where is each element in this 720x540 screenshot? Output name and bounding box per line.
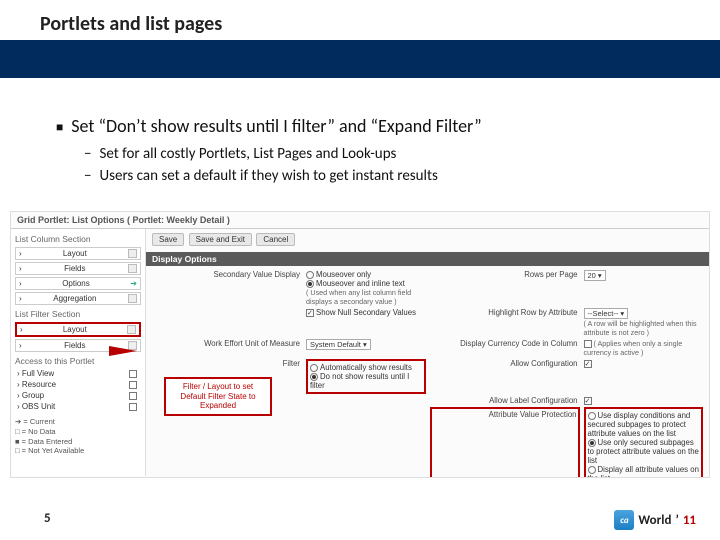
bullet-sub1-text: Set for all costly Portlets, List Pages …: [99, 145, 396, 163]
title-band: [0, 40, 720, 78]
highlight-row-select[interactable]: --Select-- ▾: [584, 308, 629, 319]
allow-label-config-label: Allow Label Configuration: [430, 396, 580, 405]
access-obs-unit[interactable]: › OBS Unit: [15, 402, 141, 411]
save-button[interactable]: Save: [152, 233, 184, 246]
dash-icon: −: [84, 145, 91, 163]
rows-per-page-label: Rows per Page: [430, 270, 580, 306]
box-icon: [127, 325, 136, 334]
filter-options: Automatically show results Do not show r…: [306, 359, 426, 394]
checkbox-icon[interactable]: [129, 370, 137, 378]
filter-layout-callout: Filter / Layout to set Default Filter St…: [164, 377, 272, 416]
checkbox-icon[interactable]: [129, 381, 137, 389]
box-icon: [128, 294, 137, 303]
bullet-sub-2: − Users can set a default if they wish t…: [84, 167, 696, 185]
sidebar-item-filter-layout[interactable]: ›Layout: [15, 322, 141, 337]
allow-config-label: Allow Configuration: [430, 359, 580, 394]
display-currency-label: Display Currency Code in Column: [430, 339, 580, 357]
checkbox-icon[interactable]: [129, 392, 137, 400]
radio-icon[interactable]: [588, 466, 596, 474]
world-text: World: [638, 513, 671, 528]
checkbox-icon[interactable]: [584, 397, 592, 405]
page-number: 5: [44, 511, 51, 526]
year-text: 11: [683, 513, 696, 528]
secondary-value-options: Mouseover only Mouseover and inline text…: [306, 270, 426, 306]
radio-icon[interactable]: [588, 412, 596, 420]
radio-icon[interactable]: [588, 439, 596, 447]
work-effort-select[interactable]: System Default ▾: [306, 339, 371, 350]
square-bullet-icon: ■: [56, 115, 63, 141]
section-list-filter: List Filter Section: [15, 307, 141, 320]
access-resource[interactable]: › Resource: [15, 380, 141, 389]
button-row: Save Save and Exit Cancel: [146, 229, 709, 250]
bullet-list: ■ Set “Don’t show results until I filter…: [56, 115, 696, 185]
footer-logo: ca World ’ 11: [614, 510, 696, 530]
save-exit-button[interactable]: Save and Exit: [189, 233, 252, 246]
bullet-main-text: Set “Don’t show results until I filter” …: [71, 115, 481, 141]
slide-title: Portlets and list pages: [40, 12, 222, 36]
highlight-row-label: Highlight Row by Attribute: [430, 308, 580, 337]
radio-icon[interactable]: [310, 364, 318, 372]
ca-logo-icon: ca: [614, 510, 634, 530]
bullet-sub2-text: Users can set a default if they wish to …: [99, 167, 437, 185]
arrow-icon: ➔: [130, 279, 137, 288]
section-list-column: List Column Section: [15, 232, 141, 245]
sidebar-item-layout[interactable]: ›Layout: [15, 247, 141, 260]
checkbox-icon[interactable]: [584, 340, 592, 348]
sidebar-item-options[interactable]: ›Options➔: [15, 277, 141, 290]
dash-icon: −: [84, 167, 91, 185]
attr-protection-label: Attribute Value Protection: [430, 407, 580, 478]
display-options-grid: Secondary Value Display Mouseover only M…: [146, 266, 709, 478]
sidebar-item-aggregation[interactable]: ›Aggregation: [15, 292, 141, 305]
right-panel: Save Save and Exit Cancel Display Option…: [146, 229, 709, 476]
tick-text: ’: [675, 513, 678, 528]
grid-portlet-header: Grid Portlet: List Options ( Portlet: We…: [11, 212, 709, 228]
access-group[interactable]: › Group: [15, 391, 141, 400]
display-options-header: Display Options: [146, 252, 709, 266]
attr-protection-options: Use display conditions and secured subpa…: [584, 407, 704, 478]
checkbox-icon[interactable]: [129, 403, 137, 411]
sidebar-item-fields[interactable]: ›Fields: [15, 262, 141, 275]
legend: ➔ = Current □ = No Data ■ = Data Entered…: [15, 417, 141, 456]
cancel-button[interactable]: Cancel: [256, 233, 295, 246]
secondary-value-label: Secondary Value Display: [152, 270, 302, 306]
red-arrow-icon: [109, 346, 137, 356]
access-full-view[interactable]: › Full View: [15, 369, 141, 378]
box-icon: [128, 249, 137, 258]
radio-icon[interactable]: [306, 271, 314, 279]
bullet-main: ■ Set “Don’t show results until I filter…: [56, 115, 696, 141]
radio-icon[interactable]: [310, 373, 318, 381]
embedded-screenshot: Grid Portlet: List Options ( Portlet: We…: [10, 211, 710, 478]
radio-icon[interactable]: [306, 280, 314, 288]
checkbox-icon[interactable]: [584, 360, 592, 368]
box-icon: [128, 264, 137, 273]
rows-per-page-select[interactable]: 20 ▾: [584, 270, 606, 281]
bullet-sub-1: − Set for all costly Portlets, List Page…: [84, 145, 696, 163]
work-effort-label: Work Effort Unit of Measure: [152, 339, 302, 357]
checkbox-icon[interactable]: [306, 309, 314, 317]
